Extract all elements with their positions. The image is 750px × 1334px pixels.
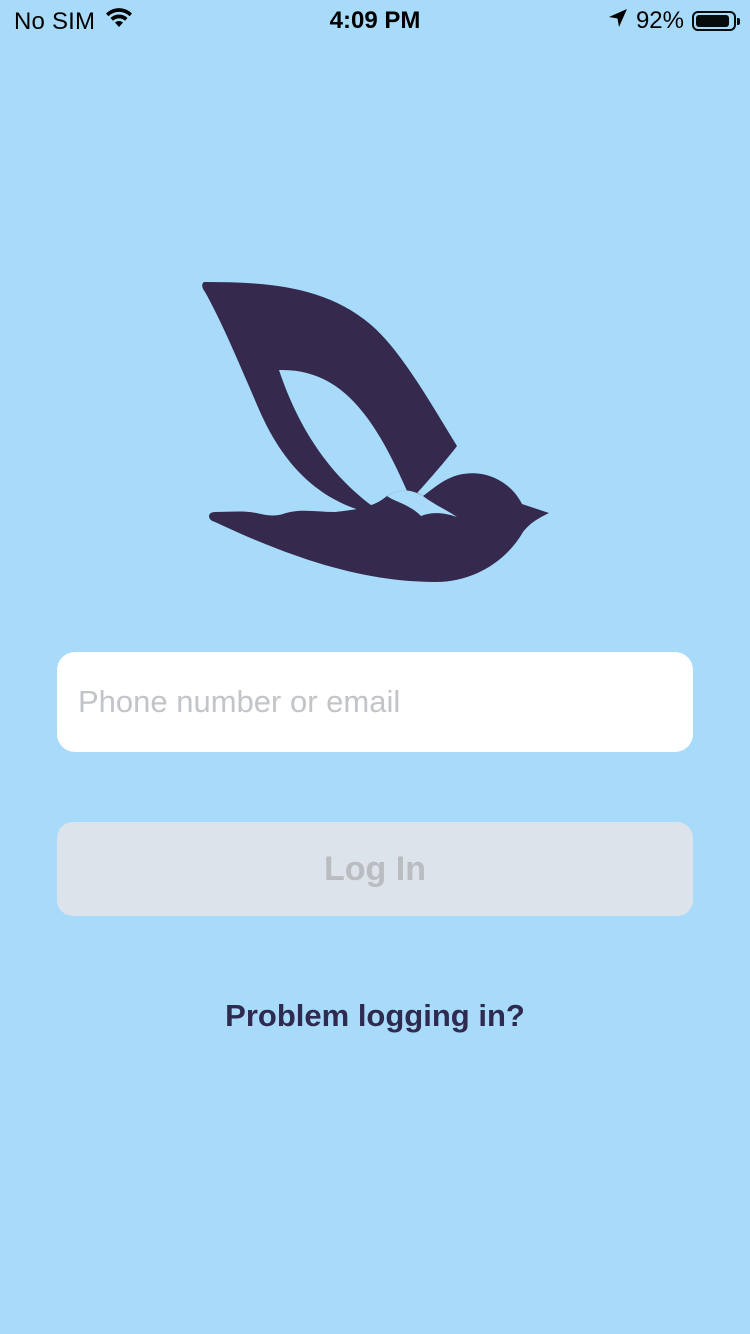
battery-nub [737,18,740,25]
battery-fill [696,15,730,27]
location-arrow-icon [608,7,628,35]
status-right: 92% [608,7,740,35]
login-screen: No SIM 4:09 PM 92% Phone number or email… [0,0,750,1334]
identifier-input[interactable] [57,652,693,752]
battery-percent: 92% [635,7,684,34]
problem-logging-in-link[interactable]: Problem logging in? [0,998,750,1034]
battery-icon [692,11,740,31]
bird-logo-icon [195,276,555,586]
identifier-field-container [57,652,693,752]
status-bar: No SIM 4:09 PM 92% [0,0,750,40]
login-button[interactable]: Log In [57,822,693,916]
